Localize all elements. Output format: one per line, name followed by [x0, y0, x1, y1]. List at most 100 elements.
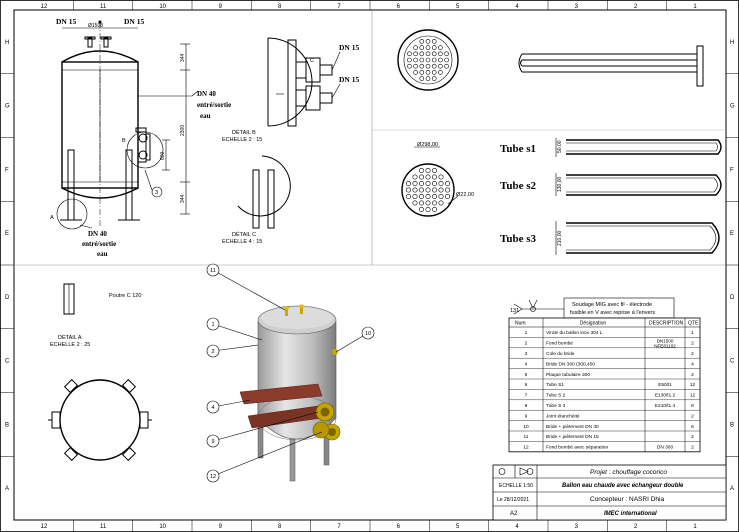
- border-row-right: G: [730, 104, 735, 110]
- plate-hole-label: Ø22,00: [456, 192, 474, 198]
- bom-cell-designation: Tube S 2: [546, 393, 566, 399]
- border-col-top: 11: [100, 4, 107, 10]
- iso-callout-number: 10: [365, 331, 371, 337]
- border-row-left: H: [5, 40, 9, 46]
- border-row-left: D: [5, 295, 10, 301]
- tube-s1-label: Tube s1: [500, 143, 536, 155]
- bom-cell-num: 8: [525, 403, 528, 409]
- detail-c-title: DÉTAIL C: [232, 231, 256, 238]
- iso-callout-number: 1: [211, 322, 214, 328]
- detail-b-scale: ECHELLE 2 : 15: [222, 137, 262, 143]
- front-label-a: A: [50, 215, 54, 221]
- border-col-top: 10: [159, 4, 166, 10]
- weld-code: 131: [510, 308, 519, 314]
- bom-cell-qty: 2: [691, 413, 694, 419]
- border-col-bottom: 12: [41, 524, 48, 530]
- bom-table: Num Désignation DESCRIPTION QTE 1 Virole du b…: [508, 317, 701, 453]
- bom-cell-num: 3: [525, 351, 528, 357]
- front-dn40-bottom: DN 40: [88, 230, 107, 238]
- bom-cell-designation: Bride + piètement DN 40: [546, 424, 599, 430]
- front-dim-344-bottom: 344: [180, 194, 186, 203]
- border-row-left: E: [5, 231, 9, 237]
- bom-cell-designation: Joint étanchéité: [546, 413, 580, 419]
- bom-cell-description: E130/l1.2: [655, 393, 676, 399]
- bom-cell-designation: Tube S 3: [546, 403, 566, 409]
- front-dim-344-top: 344: [180, 53, 186, 62]
- bom-header-cell: DESCRIPTION: [649, 321, 684, 327]
- border-row-left: C: [5, 359, 10, 365]
- bom-cell-description: E50/l1: [658, 382, 672, 388]
- tube-s1-dim: 50,00: [557, 140, 563, 153]
- iso-callout-number: 9: [211, 439, 214, 445]
- bom-header-cell: Num: [515, 321, 526, 327]
- detail-a-beam: Poutre C 120: [109, 293, 141, 299]
- bom-header-cell: Désignation: [580, 321, 607, 327]
- bom-cell-num: 12: [523, 445, 529, 451]
- bom-cell-qty: 2: [691, 372, 694, 378]
- border-row-left: B: [5, 422, 9, 428]
- detail-b-dn15-top: DN 15: [339, 43, 359, 52]
- title-subject: Ballon eau chaude avec échangeur double: [562, 483, 684, 489]
- tube-s2-dim: 130,00: [557, 176, 563, 192]
- title-scale: ECHELLE 1:50: [499, 483, 533, 489]
- detail-b-title: DÉTAIL B: [232, 129, 256, 136]
- bom-cell-designation: Bride + piètement DN 15: [546, 434, 599, 440]
- front-dn15-left: DN 15: [56, 17, 76, 26]
- bom-cell-qty: 8: [691, 403, 694, 409]
- front-dn40-side-sub1: entré/sortie: [197, 101, 231, 109]
- bom-cell-qty: 4: [691, 361, 694, 367]
- bom-cell-qty: 2: [691, 434, 694, 440]
- drawing-sheet: 121211111010998877665544332211H HG GF FE ED D…: [0, 0, 739, 532]
- border-row-right: H: [730, 40, 734, 46]
- tube-s2-label: Tube s2: [500, 180, 536, 192]
- tube-s3-label: Tube s3: [500, 233, 536, 245]
- front-callout-3: 3: [155, 190, 158, 196]
- bom-cell-num: 7: [525, 393, 528, 399]
- bom-cell-designation: Virole du ballon inox 304 L: [546, 330, 603, 336]
- front-dn40-side: DN 40: [197, 90, 216, 98]
- bom-cell-designation: Fond bombé avec séparation: [546, 445, 608, 451]
- weld-line1: Soudage MIG avec fil - électrode: [572, 302, 652, 308]
- front-dim-800: 800: [160, 151, 166, 160]
- detail-a-scale: ECHELLE 2 : 25: [50, 342, 90, 348]
- bom-cell-designation: Tube S1: [546, 382, 564, 388]
- bom-cell-qty: 12: [690, 382, 696, 388]
- front-dn15-right: DN 15: [124, 17, 144, 26]
- border-row-right: A: [730, 486, 734, 492]
- bom-cell-qty: 2: [691, 351, 694, 357]
- front-dim-2300: 2300: [180, 125, 186, 136]
- bom-cell-description: NFE81102: [654, 344, 676, 349]
- border-col-top: 12: [41, 4, 48, 10]
- detail-a-title: DÉTAIL A: [58, 334, 82, 341]
- front-label-b: B: [122, 138, 126, 144]
- bom-cell-qty: 1: [691, 330, 694, 336]
- border-row-right: E: [730, 231, 734, 237]
- border-row-right: F: [730, 167, 734, 173]
- detail-b-label-c: C: [310, 58, 314, 64]
- bom-cell-designation: Fond bombé: [546, 341, 573, 347]
- detail-b-dn15-bottom: DN 15: [339, 75, 359, 84]
- bom-cell-num: 9: [525, 413, 528, 419]
- front-dn40-bottom-sub1: entré/sortie: [82, 240, 116, 248]
- bom-cell-num: 11: [524, 434, 529, 440]
- title-block: Projet : chouffage cocorico ECHELLE 1:50…: [492, 464, 727, 521]
- bom-cell-num: 1: [525, 330, 528, 336]
- title-designer: Concepteur : NASRI Dhia: [590, 496, 664, 503]
- iso-callout-number: 2: [211, 349, 214, 355]
- bom-cell-num: 5: [525, 372, 528, 378]
- detail-c-scale: ECHELLE 4 : 15: [222, 239, 262, 245]
- border-row-right: C: [730, 359, 735, 365]
- bom-cell-designation: Bride DN 300 (300,450: [546, 361, 595, 367]
- title-project: Projet : chouffage cocorico: [590, 469, 667, 476]
- title-company: IMEC international: [604, 511, 657, 517]
- border-col-bottom: 11: [100, 524, 107, 530]
- front-dn40-bottom-sub2: eau: [97, 250, 108, 258]
- bom-cell-designation: Cole du bride: [546, 351, 575, 357]
- front-dim-top: Ø1508: [88, 23, 103, 29]
- title-format: A2: [510, 511, 518, 517]
- bom-cell-description: E210/l1.4: [655, 403, 676, 409]
- border-row-left: G: [5, 104, 10, 110]
- front-dn40-side-sub2: eau: [200, 112, 211, 120]
- border-row-right: D: [730, 295, 735, 301]
- bom-cell-num: 4: [525, 361, 528, 367]
